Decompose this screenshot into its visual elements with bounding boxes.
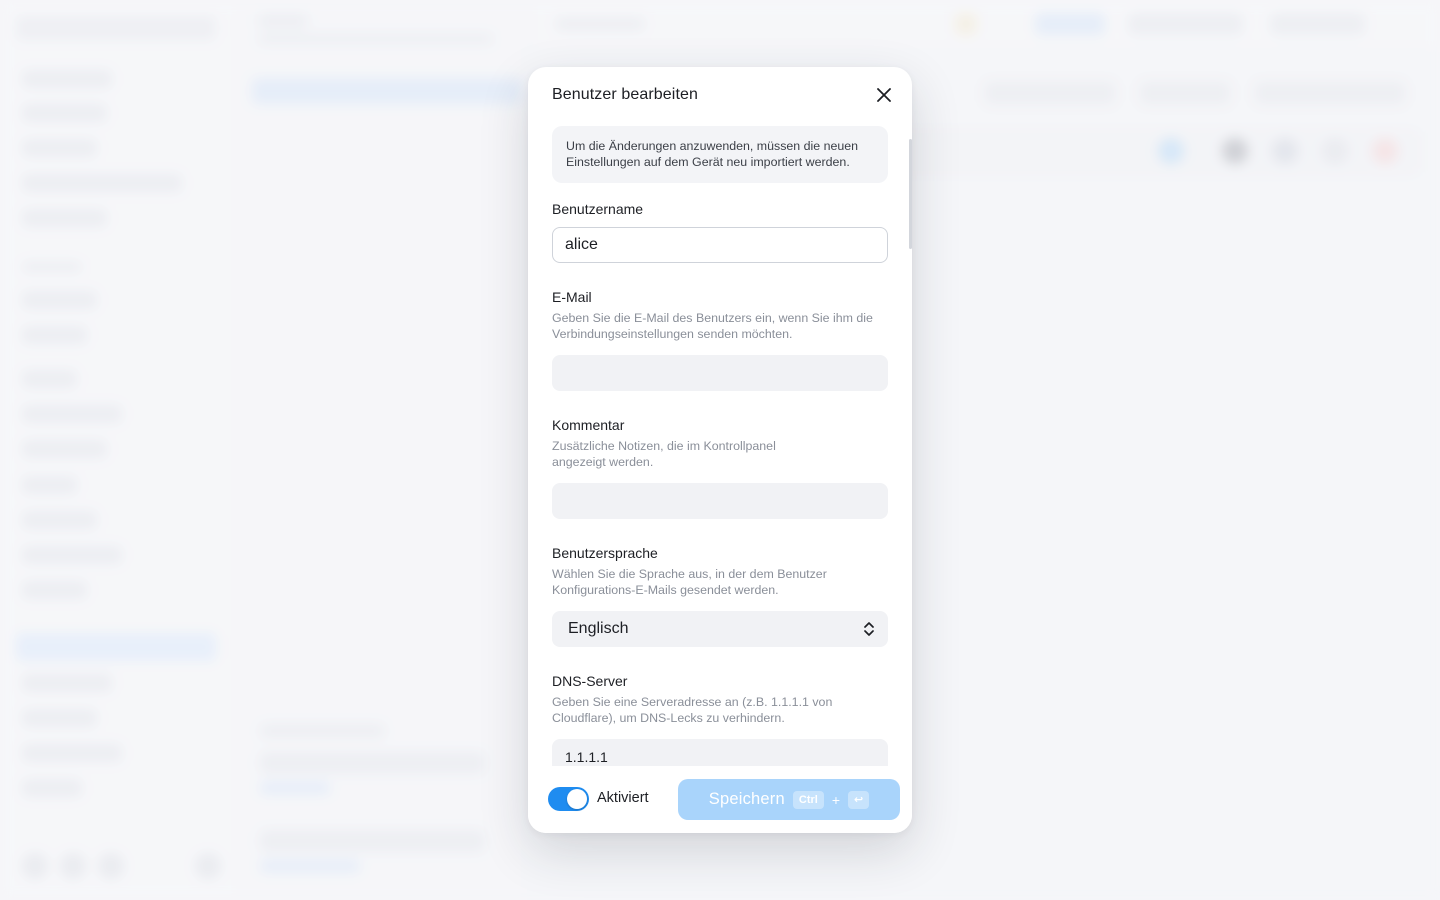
language-select[interactable]: Englisch <box>552 611 888 647</box>
dialog-header: Benutzer bearbeiten <box>528 67 912 123</box>
comment-label: Kommentar <box>552 417 625 433</box>
language-select-value: Englisch <box>568 620 629 637</box>
email-field-group: E-Mail Geben Sie die E-Mail des Benutzer… <box>552 289 888 391</box>
dialog-scrollbar[interactable] <box>909 139 912 249</box>
chevron-up-down-icon <box>864 622 874 636</box>
dns-label: DNS-Server <box>552 673 628 689</box>
comment-field-group: Kommentar Zusätzliche Notizen, die im Ko… <box>552 417 888 519</box>
dialog-title: Benutzer bearbeiten <box>552 86 699 103</box>
enabled-toggle[interactable] <box>548 787 589 811</box>
dns-input[interactable] <box>552 739 888 766</box>
dns-help: Geben Sie eine Serveradresse an (z.B. 1.… <box>552 695 833 725</box>
dns-field-group: DNS-Server Geben Sie eine Serveradresse … <box>552 673 888 766</box>
save-button[interactable]: Speichern Ctrl + ↩ <box>678 779 900 820</box>
close-icon <box>877 88 891 102</box>
email-input[interactable] <box>552 355 888 391</box>
save-button-label: Speichern <box>708 790 785 808</box>
toggle-knob <box>567 789 587 809</box>
email-help: Geben Sie die E-Mail des Benutzers ein, … <box>552 311 873 341</box>
edit-user-dialog: Benutzer bearbeiten Um die Änderungen an… <box>528 67 912 833</box>
enabled-toggle-label: Aktiviert <box>597 790 649 806</box>
comment-input[interactable] <box>552 483 888 519</box>
language-help: Wählen Sie die Sprache aus, in der dem B… <box>552 567 827 597</box>
language-label: Benutzersprache <box>552 545 658 561</box>
email-label: E-Mail <box>552 289 592 305</box>
username-input[interactable] <box>552 227 888 263</box>
ctrl-key-hint: Ctrl <box>792 790 824 809</box>
dialog-body[interactable]: Um die Änderungen anzuwenden, müssen die… <box>552 126 888 766</box>
language-field-group: Benutzersprache Wählen Sie die Sprache a… <box>552 545 888 647</box>
username-field-group: Benutzername <box>552 201 888 263</box>
enter-key-icon: ↩ <box>848 790 870 809</box>
shortcut-plus: + <box>831 791 841 808</box>
dialog-footer: Aktiviert Speichern Ctrl + ↩ <box>528 766 912 833</box>
username-label: Benutzername <box>552 201 644 217</box>
close-button[interactable] <box>872 83 896 107</box>
comment-help: Zusätzliche Notizen, die im Kontrollpane… <box>552 439 776 469</box>
reimport-notice: Um die Änderungen anzuwenden, müssen die… <box>552 126 888 183</box>
